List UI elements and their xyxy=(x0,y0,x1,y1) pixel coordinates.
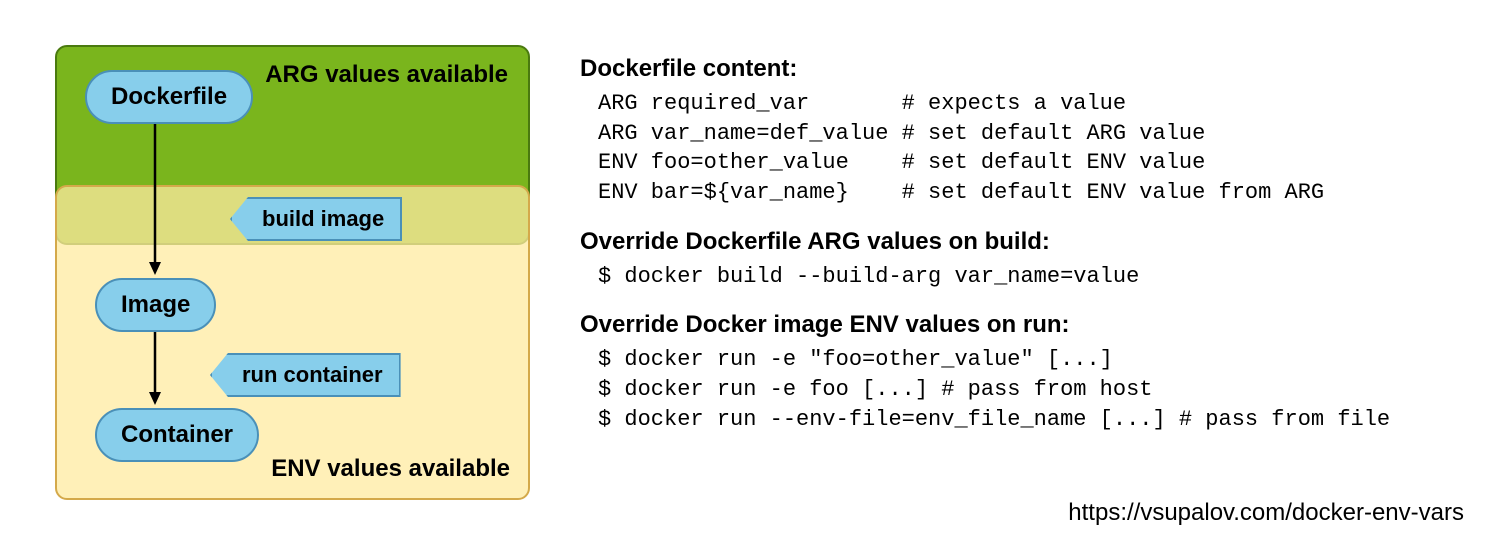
source-url: https://vsupalov.com/docker-env-vars xyxy=(1068,499,1464,527)
dockerfile-content-heading: Dockerfile content: xyxy=(580,55,1460,83)
override-env-code: $ docker run -e "foo=other_value" [...] … xyxy=(598,345,1460,434)
run-container-tag: run container xyxy=(210,353,401,397)
diagram: ARG values available ENV values availabl… xyxy=(55,45,535,495)
explanation-text: Dockerfile content: ARG required_var # e… xyxy=(580,55,1460,445)
build-image-tag: build image xyxy=(230,197,402,241)
dockerfile-node: Dockerfile xyxy=(85,70,253,124)
arg-scope-label: ARG values available xyxy=(265,61,508,89)
env-scope-label: ENV values available xyxy=(271,455,510,483)
override-arg-heading: Override Dockerfile ARG values on build: xyxy=(580,228,1460,256)
override-env-heading: Override Docker image ENV values on run: xyxy=(580,311,1460,339)
override-arg-code: $ docker build --build-arg var_name=valu… xyxy=(598,262,1460,292)
image-node: Image xyxy=(95,278,216,332)
arrow-dockerfile-to-image xyxy=(140,120,170,280)
container-node: Container xyxy=(95,408,259,462)
arrow-image-to-container xyxy=(140,330,170,410)
dockerfile-content-code: ARG required_var # expects a value ARG v… xyxy=(598,89,1460,208)
